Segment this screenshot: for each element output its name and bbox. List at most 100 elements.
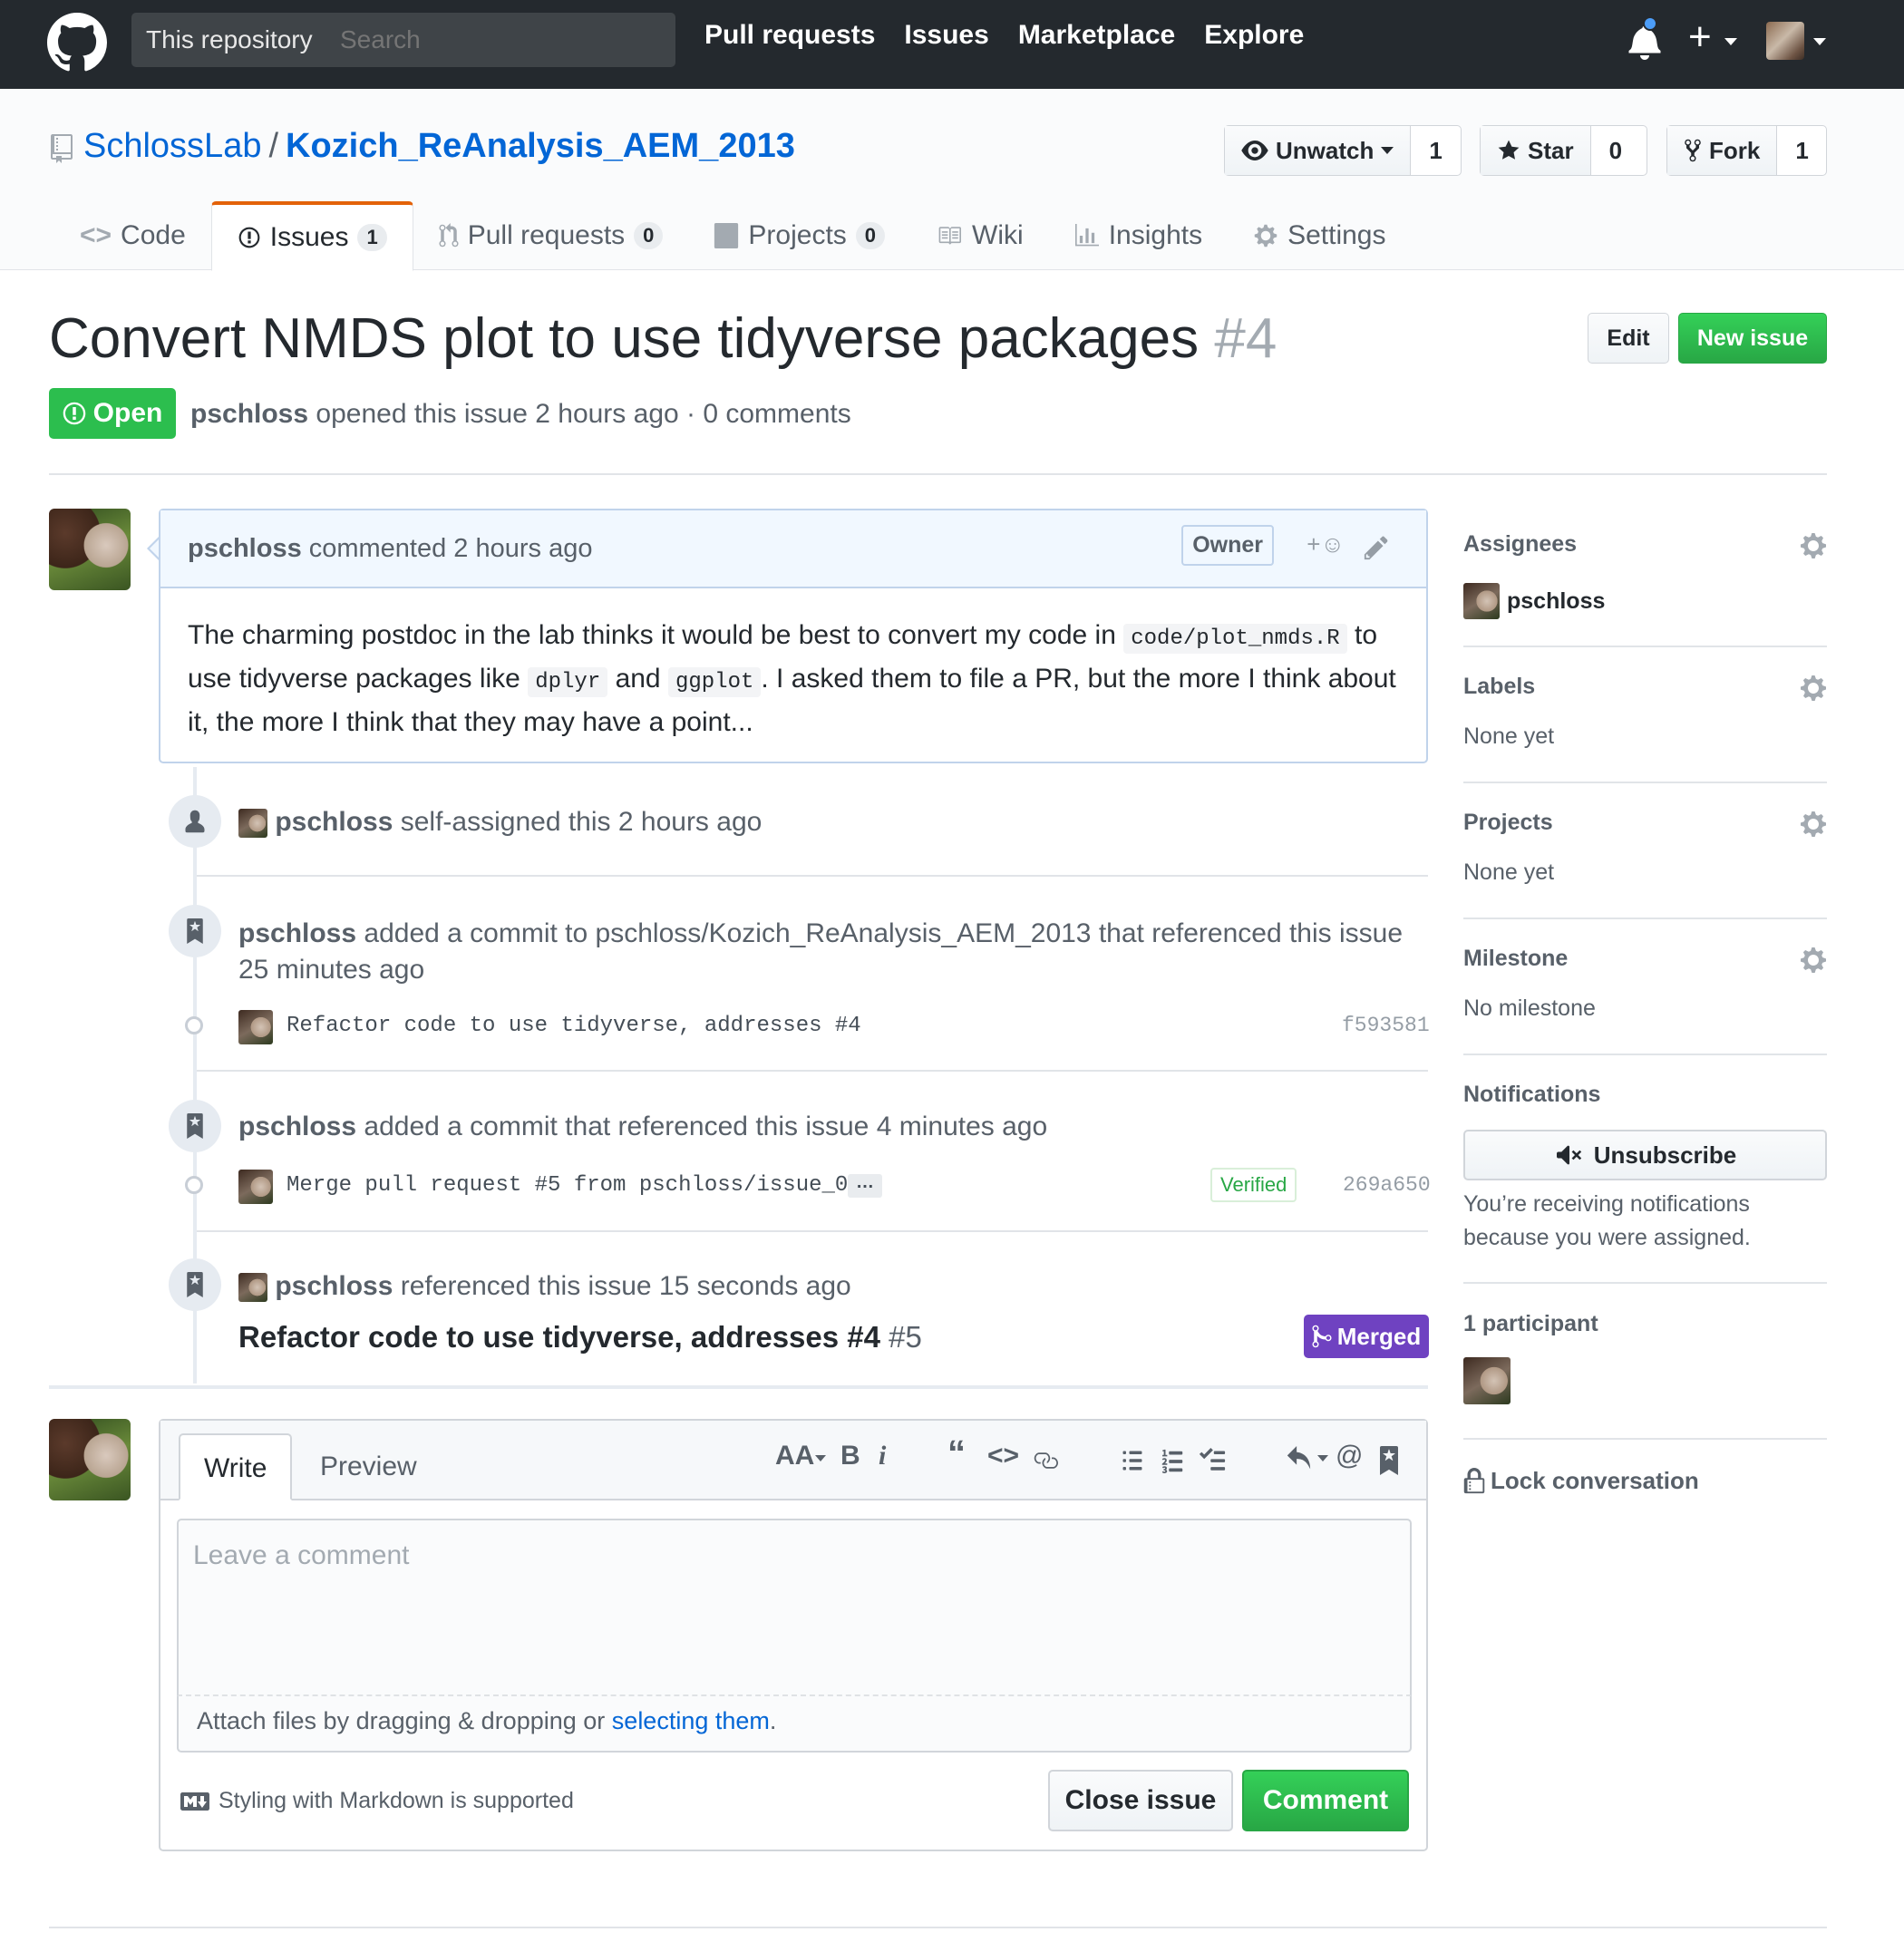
current-user-avatar[interactable]: [49, 1419, 131, 1500]
quote-icon[interactable]: “: [947, 1433, 966, 1474]
gear-icon[interactable]: [1800, 531, 1827, 560]
top-nav: Pull requests Issues Marketplace Explore: [704, 20, 1304, 51]
gear-icon[interactable]: [1800, 810, 1827, 839]
mention-icon[interactable]: @: [1336, 1441, 1363, 1471]
search-input[interactable]: [325, 13, 675, 67]
unordered-list-icon[interactable]: [1119, 1448, 1146, 1473]
repo-icon: [51, 134, 73, 163]
lock-conversation-label: Lock conversation: [1491, 1467, 1699, 1494]
select-files-link[interactable]: selecting them: [612, 1707, 770, 1734]
tab-pull-requests[interactable]: Pull requests 0: [413, 201, 689, 270]
write-tab[interactable]: Write: [179, 1433, 293, 1500]
event-user-link[interactable]: pschloss: [238, 918, 356, 948]
event-user-link[interactable]: pschloss: [275, 807, 393, 837]
divider: [1463, 646, 1827, 647]
forks-count[interactable]: 1: [1777, 126, 1826, 175]
pencil-icon[interactable]: [1363, 534, 1390, 561]
markdown-hint[interactable]: Styling with Markdown is supported: [180, 1788, 574, 1814]
gear-icon[interactable]: [1800, 946, 1827, 975]
event-user-link[interactable]: pschloss: [238, 1112, 356, 1141]
star-button[interactable]: Star: [1481, 126, 1591, 175]
file-attach-area[interactable]: Attach files by dragging & dropping or s…: [177, 1696, 1412, 1753]
user-avatar-small[interactable]: [238, 1010, 273, 1044]
assignee-item[interactable]: pschloss: [1463, 583, 1827, 619]
divider: [49, 473, 1827, 475]
user-avatar-small[interactable]: [238, 1273, 267, 1303]
event-user-link[interactable]: pschloss: [275, 1271, 393, 1301]
new-issue-button[interactable]: New issue: [1678, 313, 1827, 364]
tab-settings[interactable]: Settings: [1228, 201, 1411, 270]
tab-projects-label: Projects: [748, 220, 847, 250]
repo-name-link[interactable]: Kozich_ReAnalysis_AEM_2013: [286, 127, 795, 165]
task-list-icon[interactable]: [1197, 1448, 1228, 1475]
tab-settings-label: Settings: [1287, 220, 1386, 250]
tab-wiki[interactable]: Wiki: [910, 201, 1049, 270]
search-scope-label: This repository: [131, 13, 325, 67]
verified-badge[interactable]: Verified: [1210, 1168, 1297, 1202]
fork-icon: [1685, 139, 1701, 162]
owner-badge: Owner: [1181, 525, 1274, 566]
nav-marketplace[interactable]: Marketplace: [1018, 20, 1175, 51]
commit-event: pschloss added a commit to pschloss/Kozi…: [238, 916, 1417, 988]
header-text-icon[interactable]: AA: [775, 1441, 814, 1471]
commit-message[interactable]: Merge pull request #5 from pschloss/issu…: [287, 1173, 874, 1198]
bold-icon[interactable]: B: [840, 1441, 860, 1471]
repo-owner-link[interactable]: SchlossLab: [83, 127, 261, 165]
issue-opened-icon: [238, 227, 260, 248]
comment-timestamp[interactable]: commented 2 hours ago: [309, 534, 593, 564]
nav-pull-requests[interactable]: Pull requests: [704, 20, 875, 51]
referenced-pr-title[interactable]: Refactor code to use tidyverse, addresse…: [238, 1320, 922, 1355]
comment-author-link[interactable]: pschloss: [188, 534, 302, 564]
issue-opened-icon: [63, 402, 85, 425]
tab-code[interactable]: <> Code: [54, 201, 211, 270]
git-merge-icon: [1312, 1325, 1332, 1348]
nav-issues[interactable]: Issues: [904, 20, 988, 51]
comment-button[interactable]: Comment: [1242, 1770, 1409, 1831]
user-avatar-small[interactable]: [238, 1170, 273, 1204]
event-time[interactable]: 25 minutes ago: [238, 955, 424, 985]
link-icon[interactable]: [1031, 1448, 1060, 1473]
pull-request-icon: [439, 223, 459, 248]
github-logo-icon[interactable]: [47, 13, 107, 73]
preview-tab[interactable]: Preview: [296, 1433, 441, 1500]
user-avatar-small[interactable]: [238, 809, 267, 839]
bookmark-icon: [187, 918, 203, 944]
commit-sha[interactable]: 269a650: [1343, 1173, 1431, 1197]
assign-event: pschloss self-assigned this 2 hours ago: [238, 807, 762, 839]
referenced-pr-link[interactable]: Refactor code to use tidyverse, addresse…: [238, 1320, 880, 1354]
watchers-count[interactable]: 1: [1411, 126, 1460, 175]
commit-sha[interactable]: f593581: [1342, 1014, 1430, 1037]
user-avatar[interactable]: [1766, 22, 1804, 60]
add-reaction-icon[interactable]: +☺: [1307, 530, 1345, 558]
unsubscribe-button[interactable]: Unsubscribe: [1463, 1130, 1827, 1180]
tab-insights[interactable]: Insights: [1049, 201, 1228, 270]
tab-issues-label: Issues: [269, 222, 349, 252]
participant-avatar[interactable]: [1463, 1357, 1511, 1404]
issue-author-link[interactable]: pschloss: [190, 399, 308, 429]
comment-textarea[interactable]: Leave a comment: [177, 1519, 1412, 1696]
create-new-icon[interactable]: +: [1688, 15, 1712, 60]
italic-icon[interactable]: i: [879, 1441, 886, 1471]
event-badge: [169, 1100, 221, 1152]
author-avatar[interactable]: [49, 509, 131, 590]
eye-icon: [1241, 141, 1268, 160]
unwatch-button[interactable]: Unwatch: [1225, 126, 1412, 175]
reply-icon[interactable]: [1285, 1446, 1312, 1473]
nav-explore[interactable]: Explore: [1204, 20, 1304, 51]
close-issue-button[interactable]: Close issue: [1048, 1770, 1233, 1831]
chevron-down-icon: [1317, 1455, 1328, 1461]
edit-button[interactable]: Edit: [1588, 313, 1669, 364]
stargazers-count[interactable]: 0: [1591, 126, 1640, 175]
lock-conversation-link[interactable]: Lock conversation: [1463, 1467, 1827, 1495]
editor-header: Write Preview AA B i “ <> @: [160, 1421, 1426, 1500]
issue-state-label: Open: [92, 398, 163, 428]
gear-icon[interactable]: [1800, 674, 1827, 703]
fork-button[interactable]: Fork: [1667, 126, 1778, 175]
ordered-list-icon[interactable]: [1159, 1448, 1186, 1475]
code-icon[interactable]: <>: [987, 1441, 1019, 1471]
expand-commit-button[interactable]: …: [848, 1173, 882, 1198]
bookmark-icon[interactable]: [1379, 1446, 1399, 1475]
tab-issues[interactable]: Issues 1: [210, 201, 413, 271]
tab-projects[interactable]: Projects 0: [688, 201, 910, 270]
commit-message[interactable]: Refactor code to use tidyverse, addresse…: [287, 1014, 861, 1038]
